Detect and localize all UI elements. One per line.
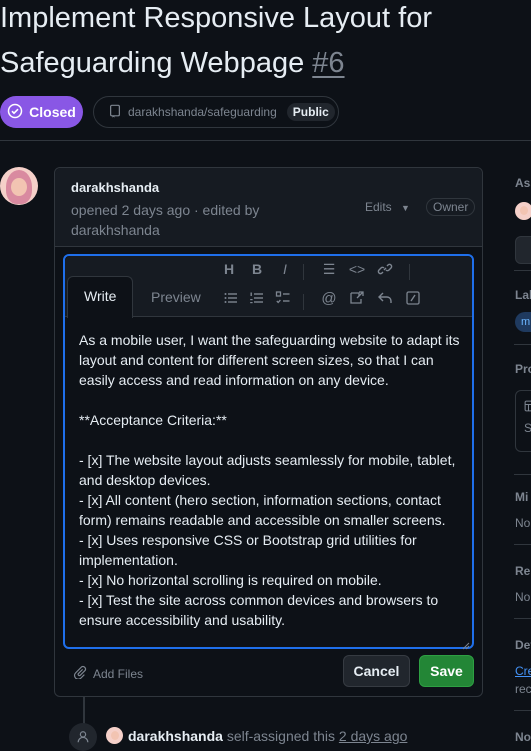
- issue-title-line1: Implement Responsive Layout for: [0, 2, 432, 34]
- timeline-actor-avatar[interactable]: [106, 727, 123, 744]
- link-icon[interactable]: [375, 261, 395, 277]
- sidebar-divider: [514, 618, 531, 619]
- notifications-heading: No: [515, 730, 531, 744]
- toolbar-separator: [409, 264, 410, 280]
- paperclip-icon: [73, 665, 87, 682]
- projects-heading[interactable]: Pro: [515, 362, 531, 376]
- repo-pill[interactable]: darakhshanda/safeguarding Public: [93, 96, 339, 128]
- add-files-label: Add Files: [93, 666, 144, 681]
- project-card[interactable]: S: [515, 390, 531, 452]
- relationships-heading[interactable]: Rel: [515, 564, 531, 578]
- label-chip-text: m: [521, 316, 531, 328]
- task-list-icon[interactable]: [273, 290, 293, 306]
- repo-name: darakhshanda/safeguarding: [128, 105, 277, 119]
- sidebar-divider: [514, 544, 531, 545]
- issue-sidebar: Ass Lab m Pro S Mi No Rel No Dev Cre rec…: [514, 140, 531, 747]
- editor-footer: Add Files Cancel Save: [55, 649, 482, 696]
- cancel-button[interactable]: Cancel: [343, 655, 410, 687]
- table-icon: [524, 399, 531, 417]
- save-button[interactable]: Save: [419, 655, 474, 687]
- add-files-button[interactable]: Add Files: [73, 665, 143, 682]
- development-heading[interactable]: Dev: [515, 638, 531, 652]
- assignee-avatar[interactable]: [515, 202, 531, 220]
- relationships-value: No: [515, 590, 531, 604]
- author-avatar[interactable]: [0, 167, 38, 205]
- timeline-time[interactable]: 2 days ago: [339, 728, 408, 744]
- tab-preview[interactable]: Preview: [135, 278, 217, 316]
- issue-title-line2: Safeguarding Webpage: [0, 47, 305, 79]
- markdown-editor: Write Preview H B I ☰ <> @ As a mobile u…: [63, 254, 474, 650]
- header-divider: [0, 140, 531, 141]
- mention-icon[interactable]: @: [319, 290, 339, 307]
- reference-icon[interactable]: [347, 290, 367, 306]
- sidebar-divider: [514, 474, 531, 475]
- create-branch-link[interactable]: Cre: [515, 664, 531, 678]
- comment-meta: opened 2 days ago · edited by darakhshan…: [71, 202, 260, 238]
- edits-dropdown[interactable]: Edits ▼: [365, 200, 410, 214]
- caret-down-icon: ▼: [401, 203, 410, 213]
- slash-commands-icon[interactable]: [403, 290, 423, 306]
- timeline-action: self-assigned this: [222, 728, 339, 744]
- issue-body-card: darakhshanda opened 2 days ago · edited …: [54, 167, 483, 697]
- issue-state-badge: Closed: [0, 96, 83, 128]
- issue-state-label: Closed: [29, 104, 76, 120]
- milestone-heading[interactable]: Mi: [515, 490, 528, 504]
- timeline-event: darakhshanda self-assigned this 2 days a…: [128, 728, 407, 744]
- toolbar-separator: [303, 264, 304, 280]
- assign-button[interactable]: [515, 236, 531, 264]
- labels-heading[interactable]: Lab: [515, 288, 531, 302]
- milestone-value: No: [515, 516, 531, 530]
- tab-write[interactable]: Write: [67, 276, 134, 318]
- comment-header: darakhshanda opened 2 days ago · edited …: [55, 168, 482, 247]
- repo-icon: [108, 104, 122, 121]
- code-icon[interactable]: <>: [347, 261, 367, 277]
- quote-icon[interactable]: ☰: [319, 261, 339, 278]
- italic-icon[interactable]: I: [275, 261, 295, 277]
- sidebar-divider: [514, 344, 531, 345]
- issue-number[interactable]: #6: [312, 47, 344, 79]
- edits-label: Edits: [365, 200, 392, 214]
- closed-check-icon: [7, 103, 23, 122]
- sidebar-divider: [514, 270, 531, 271]
- reply-icon[interactable]: [375, 290, 395, 306]
- label-chip[interactable]: m: [515, 312, 531, 332]
- bold-icon[interactable]: B: [247, 261, 267, 277]
- project-status: S: [524, 421, 531, 435]
- assignees-heading[interactable]: Ass: [515, 176, 531, 190]
- unordered-list-icon[interactable]: [221, 290, 241, 306]
- sidebar-divider: [514, 710, 531, 711]
- ordered-list-icon[interactable]: [247, 290, 267, 306]
- timeline-actor[interactable]: darakhshanda: [128, 728, 223, 744]
- issue-title: Implement Responsive Layout for Safeguar…: [0, 0, 531, 86]
- comment-author[interactable]: darakhshanda: [71, 180, 159, 195]
- resize-handle[interactable]: [462, 637, 470, 650]
- development-note: rec: [515, 682, 531, 696]
- editor-toolbar: Write Preview H B I ☰ <> @: [65, 256, 472, 318]
- comment-body-textarea[interactable]: As a mobile user, I want the safeguardin…: [79, 330, 463, 630]
- toolbar-separator: [303, 294, 304, 310]
- repo-visibility-badge: Public: [286, 103, 335, 121]
- owner-badge: Owner: [426, 198, 476, 216]
- heading-icon[interactable]: H: [219, 261, 239, 277]
